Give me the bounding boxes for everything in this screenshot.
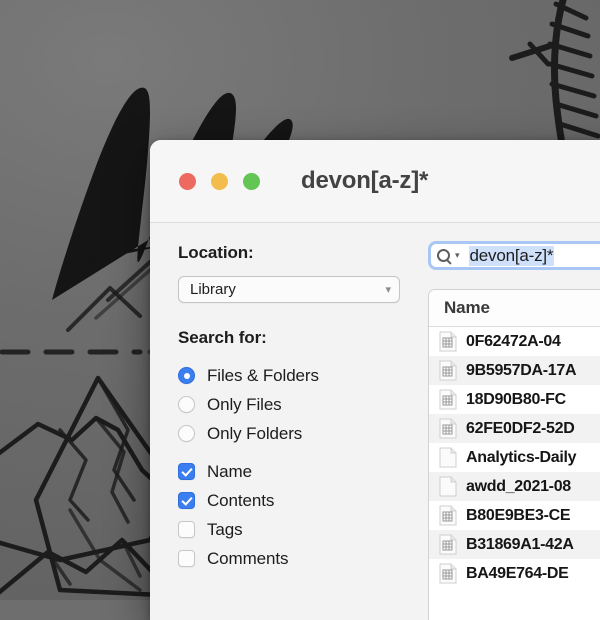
- radio-icon: [178, 425, 195, 442]
- blank-file-icon: [439, 476, 457, 497]
- spreadsheet-file-icon: [439, 563, 457, 584]
- checkbox-label: Contents: [207, 490, 275, 510]
- checkbox-label: Comments: [207, 548, 289, 568]
- window-titlebar[interactable]: devon[a-z]*: [150, 140, 600, 223]
- radio-only-files[interactable]: Only Files: [178, 390, 423, 419]
- checkbox-tags[interactable]: Tags: [178, 515, 423, 544]
- table-header-row: Name: [429, 290, 600, 327]
- radio-icon-selected: [178, 367, 195, 384]
- radio-icon: [178, 396, 195, 413]
- chevron-down-icon: ▾: [385, 284, 391, 296]
- search-window: devon[a-z]* Location: Library ▾ Search f…: [150, 140, 600, 620]
- file-name: 0F62472A-04: [466, 332, 561, 350]
- radio-label: Only Files: [207, 394, 282, 414]
- search-input-value: devon[a-z]*: [468, 245, 555, 266]
- file-name: B31869A1-42A: [466, 535, 574, 553]
- file-name: BA49E764-DE: [466, 564, 569, 582]
- window-title: devon[a-z]*: [301, 167, 429, 194]
- table-row[interactable]: awdd_2021-08: [429, 472, 600, 501]
- spreadsheet-file-icon: [439, 331, 457, 352]
- spreadsheet-file-icon: [439, 360, 457, 381]
- table-row[interactable]: B31869A1-42A: [429, 530, 600, 559]
- checkbox-icon-checked: [178, 492, 195, 509]
- spreadsheet-file-icon: [439, 418, 457, 439]
- radio-only-folders[interactable]: Only Folders: [178, 419, 423, 448]
- table-row[interactable]: 18D90B80-FC: [429, 385, 600, 414]
- file-name: B80E9BE3-CE: [466, 506, 571, 524]
- results-table: Name 0F62472A-04 9B5957DA-17A 18D90B80-FC 6…: [428, 289, 600, 620]
- location-label: Location:: [178, 243, 254, 262]
- table-row[interactable]: BA49E764-DE: [429, 559, 600, 588]
- checkbox-name[interactable]: Name: [178, 457, 423, 486]
- search-field-focus-ring: ▾ devon[a-z]*: [428, 241, 600, 270]
- minimize-button[interactable]: [211, 172, 228, 190]
- search-for-label: Search for:: [178, 328, 267, 347]
- spreadsheet-file-icon: [439, 505, 457, 526]
- checkbox-comments[interactable]: Comments: [178, 544, 423, 573]
- traffic-light-group: [179, 172, 260, 190]
- table-row[interactable]: 0F62472A-04: [429, 327, 600, 356]
- table-body: 0F62472A-04 9B5957DA-17A 18D90B80-FC 62FE0D…: [429, 327, 600, 588]
- checkbox-icon: [178, 550, 195, 567]
- table-row[interactable]: 62FE0DF2-52D: [429, 414, 600, 443]
- search-input[interactable]: ▾ devon[a-z]*: [431, 244, 600, 267]
- checkbox-contents[interactable]: Contents: [178, 486, 423, 515]
- radio-label: Files & Folders: [207, 365, 319, 385]
- search-options-sidebar: Location: Library ▾ Search for: Files & …: [150, 223, 423, 620]
- file-name: 18D90B80-FC: [466, 390, 566, 408]
- table-row[interactable]: 9B5957DA-17A: [429, 356, 600, 385]
- table-row[interactable]: Analytics-Daily: [429, 443, 600, 472]
- zoom-button[interactable]: [243, 172, 260, 190]
- window-body: Location: Library ▾ Search for: Files & …: [150, 223, 600, 620]
- radio-files-and-folders[interactable]: Files & Folders: [178, 361, 423, 390]
- location-select[interactable]: Library ▾: [178, 276, 400, 303]
- checkbox-icon: [178, 521, 195, 538]
- file-name: 62FE0DF2-52D: [466, 419, 575, 437]
- blank-file-icon: [439, 447, 457, 468]
- radio-label: Only Folders: [207, 423, 303, 443]
- location-select-value: Library: [190, 281, 236, 298]
- table-row[interactable]: B80E9BE3-CE: [429, 501, 600, 530]
- chevron-down-icon[interactable]: ▾: [455, 250, 460, 261]
- spreadsheet-file-icon: [439, 534, 457, 555]
- spreadsheet-file-icon: [439, 389, 457, 410]
- checkbox-label: Tags: [207, 519, 243, 539]
- close-button[interactable]: [179, 172, 196, 190]
- file-name: 9B5957DA-17A: [466, 361, 577, 379]
- search-icon: [437, 249, 450, 262]
- file-name: awdd_2021-08: [466, 477, 571, 495]
- results-pane: ▾ devon[a-z]* Name 0F62472A-04 9B5957DA-1…: [423, 223, 600, 620]
- checkbox-icon-checked: [178, 463, 195, 480]
- checkbox-label: Name: [207, 461, 252, 481]
- file-name: Analytics-Daily: [466, 448, 577, 466]
- column-header-name[interactable]: Name: [444, 298, 490, 318]
